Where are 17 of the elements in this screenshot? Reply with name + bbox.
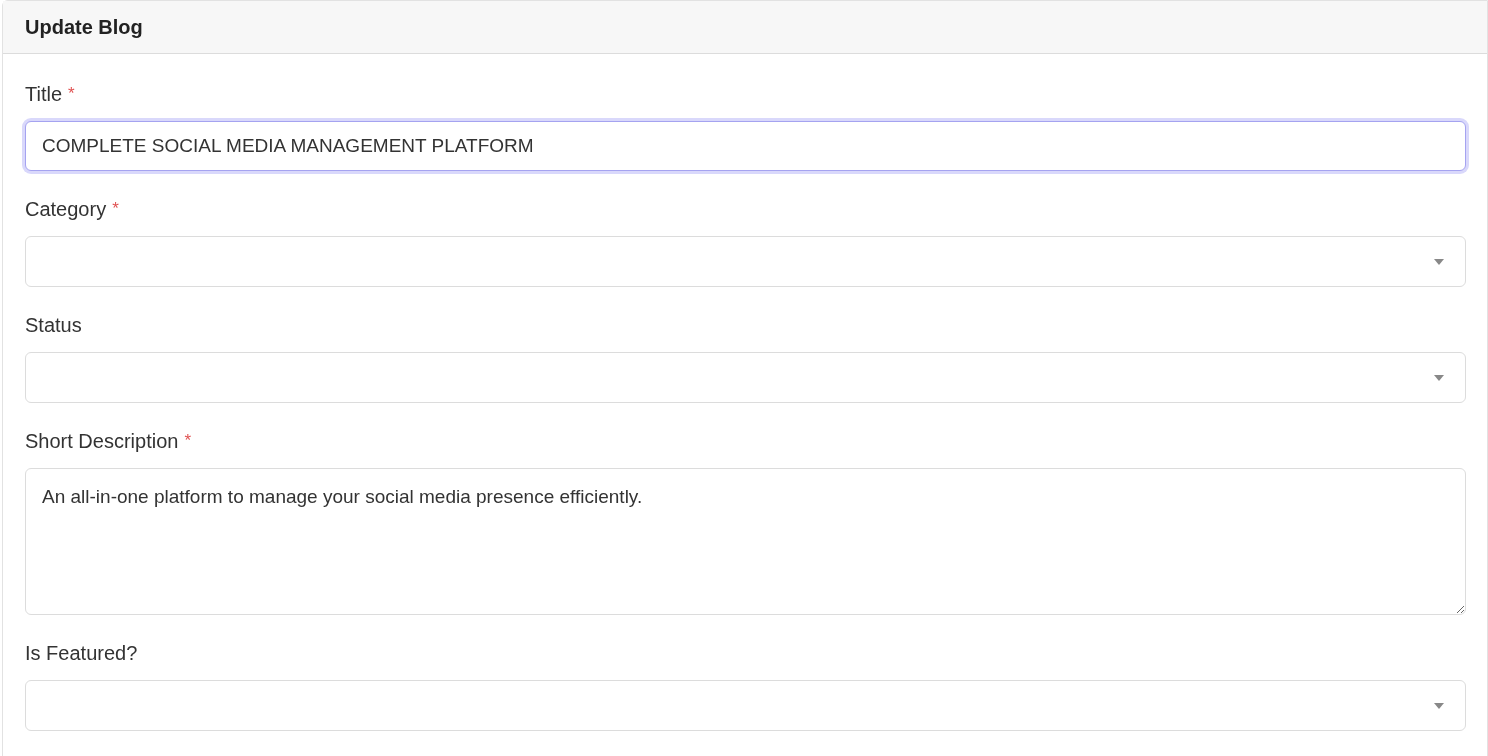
caret-icon: [1434, 259, 1444, 265]
card-title: Update Blog: [25, 15, 143, 40]
field-label: Is Featured?: [25, 641, 138, 666]
field-label: Title: [25, 82, 63, 107]
select-field[interactable]: [25, 352, 1466, 403]
caret-icon: [1434, 375, 1444, 381]
field-label: Short Description: [25, 429, 179, 454]
select-field[interactable]: [25, 236, 1466, 287]
select-field[interactable]: [25, 680, 1466, 731]
field-label: Category: [25, 197, 107, 222]
caret-icon: [1434, 703, 1444, 709]
required-mark: *: [184, 430, 192, 453]
field-label: Status: [25, 313, 82, 338]
required-mark: *: [112, 198, 119, 221]
title-input-field[interactable]: COMPLETE SOCIAL MEDIA MANAGEMENT PLATFORM: [25, 121, 1466, 171]
required-mark: *: [68, 83, 75, 106]
description-text-area[interactable]: An all-in-one platform to manage your social media presence efficiently.: [25, 468, 1466, 615]
